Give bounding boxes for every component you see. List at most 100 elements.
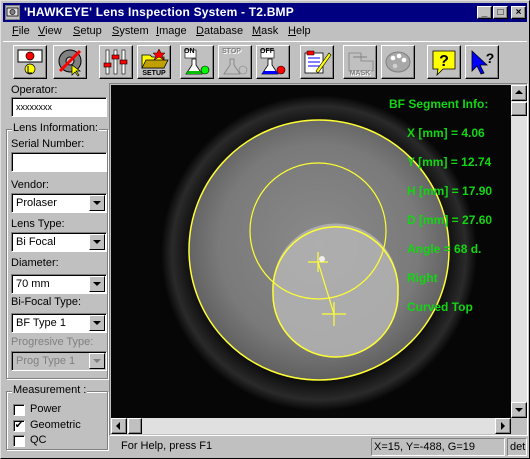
app-icon[interactable] [5, 5, 20, 20]
diameter-select[interactable]: 70 mm [11, 274, 107, 294]
app-window: 'HAWKEYE' Lens Inspection System - T2.BM… [0, 0, 530, 459]
segment-angle-row: Angle = 68 d. [407, 242, 482, 256]
edit-list-icon [304, 50, 332, 74]
vertical-scrollbar[interactable] [511, 85, 527, 418]
power-checkbox[interactable] [13, 404, 25, 416]
mask-button-label: MASK [349, 70, 371, 77]
power-label[interactable]: Power [30, 403, 61, 415]
maximize-icon: □ [497, 7, 504, 18]
disc-pointer-icon [58, 49, 82, 77]
serial-label: Serial Number: [11, 138, 85, 150]
on-button[interactable]: ON [180, 45, 214, 79]
geometric-label[interactable]: Geometric [30, 419, 81, 431]
horizontal-scroll-thumb[interactable] [128, 418, 142, 434]
minimize-button[interactable]: _ [477, 6, 492, 19]
scroll-corner [511, 418, 527, 434]
context-help-pointer-icon: ? [471, 50, 495, 75]
status-bar: For Help, press F1 X=15, Y=-488, G=19 de… [3, 437, 527, 457]
bifocal-segment [273, 223, 398, 358]
camera-stop-icon [17, 49, 43, 75]
scroll-down-button[interactable] [511, 402, 527, 418]
segment-x-row: X [mm] = 4.06 [407, 126, 485, 140]
status-help-text: For Help, press F1 [121, 440, 213, 452]
geometric-checkbox[interactable]: ✔ [13, 420, 25, 432]
left-panel: Operator: xxxxxxxx Lens Information: Ser… [3, 83, 109, 453]
chevron-down-icon[interactable] [89, 315, 105, 331]
lens-image[interactable]: BF Segment Info: X [mm] = 4.06 Y [mm] = … [111, 85, 511, 418]
camera-stop-button[interactable] [13, 45, 47, 79]
context-help-button[interactable]: ? [465, 45, 499, 79]
progressive-type-select[interactable]: Prog Type 1 [11, 351, 107, 371]
chevron-down-icon[interactable] [89, 353, 105, 369]
scroll-up-button[interactable] [511, 85, 527, 101]
vertical-scroll-thumb[interactable] [511, 102, 527, 116]
palette-icon [385, 51, 411, 73]
close-button[interactable]: × [511, 6, 526, 19]
toolbar: SETUP ON STOP OFF MASK ? ? [3, 41, 527, 83]
mask-button[interactable]: MASK [343, 45, 377, 79]
lens-type-label: Lens Type: [11, 218, 65, 230]
status-extra: det [507, 438, 527, 456]
svg-text:?: ? [439, 53, 449, 70]
vendor-label: Vendor: [11, 179, 49, 191]
setup-button-label: SETUP [142, 70, 166, 77]
progressive-type-value: Prog Type 1 [16, 355, 76, 367]
off-button-label: OFF [260, 48, 274, 55]
maximize-button[interactable]: □ [493, 6, 508, 19]
svg-text:?: ? [486, 50, 495, 66]
segment-d-row: D [mm] = 27.60 [407, 213, 493, 227]
adjust-button[interactable] [99, 45, 133, 79]
vendor-select[interactable]: Prolaser [11, 193, 107, 213]
segment-info-title: BF Segment Info: [389, 97, 489, 111]
help-icon: ? [432, 50, 456, 77]
chevron-down-icon[interactable] [89, 276, 105, 292]
menu-setup[interactable]: Setup [73, 25, 102, 37]
operator-field[interactable]: xxxxxxxx [11, 97, 107, 117]
diameter-label: Diameter: [11, 257, 59, 269]
image-viewport: BF Segment Info: X [mm] = 4.06 Y [mm] = … [109, 83, 528, 436]
adjust-sliders-icon [103, 49, 128, 75]
menu-file[interactable]: File [12, 25, 30, 37]
segment-side: Right [407, 271, 438, 285]
lens-info-legend: Lens Information: [12, 122, 99, 134]
edit-list-button[interactable] [300, 45, 334, 79]
help-button[interactable]: ? [427, 45, 461, 79]
horizontal-scrollbar[interactable] [111, 418, 511, 434]
chevron-down-icon[interactable] [89, 234, 105, 250]
lens-type-value: Bi Focal [16, 236, 56, 248]
menu-mask[interactable]: Mask [252, 25, 278, 37]
lens-type-select[interactable]: Bi Focal [11, 232, 107, 252]
operator-label: Operator: [11, 84, 58, 96]
off-button[interactable]: OFF [256, 45, 290, 79]
bifocal-type-select[interactable]: BF Type 1 [11, 313, 107, 333]
status-coordinates: X=15, Y=-488, G=19 [371, 438, 505, 456]
reflection-spot [319, 256, 325, 262]
menu-system[interactable]: System [112, 25, 149, 37]
setup-button[interactable]: SETUP [137, 45, 171, 79]
bifocal-type-label: Bi-Focal Type: [11, 296, 82, 308]
scroll-left-button[interactable] [111, 418, 127, 434]
close-icon: × [515, 7, 522, 18]
stop-button-label: STOP [222, 48, 241, 55]
stop-button[interactable]: STOP [218, 45, 252, 79]
menu-view[interactable]: View [38, 25, 62, 37]
menu-help[interactable]: Help [288, 25, 311, 37]
inspect-disc-button[interactable] [53, 45, 87, 79]
progressive-type-label: Progresive Type: [11, 336, 94, 348]
menu-image[interactable]: Image [156, 25, 187, 37]
title-bar[interactable]: 'HAWKEYE' Lens Inspection System - T2.BM… [3, 3, 527, 22]
palette-button[interactable] [381, 45, 415, 79]
vendor-value: Prolaser [16, 197, 57, 209]
segment-h-row: H [mm] = 17.90 [407, 184, 493, 198]
segment-top-type: Curved Top [407, 300, 473, 314]
window-title: 'HAWKEYE' Lens Inspection System - T2.BM… [24, 5, 294, 19]
scroll-right-button[interactable] [495, 418, 511, 434]
menu-database[interactable]: Database [196, 25, 243, 37]
checkmark-icon: ✔ [14, 420, 24, 431]
segment-y-row: Y [mm] = 12.74 [407, 155, 492, 169]
measurement-legend: Measurement : [12, 384, 88, 396]
chevron-down-icon[interactable] [89, 195, 105, 211]
serial-field[interactable] [11, 152, 107, 172]
menu-bar: File View Setup System Image Database Ma… [3, 23, 527, 41]
diameter-value: 70 mm [16, 278, 50, 290]
